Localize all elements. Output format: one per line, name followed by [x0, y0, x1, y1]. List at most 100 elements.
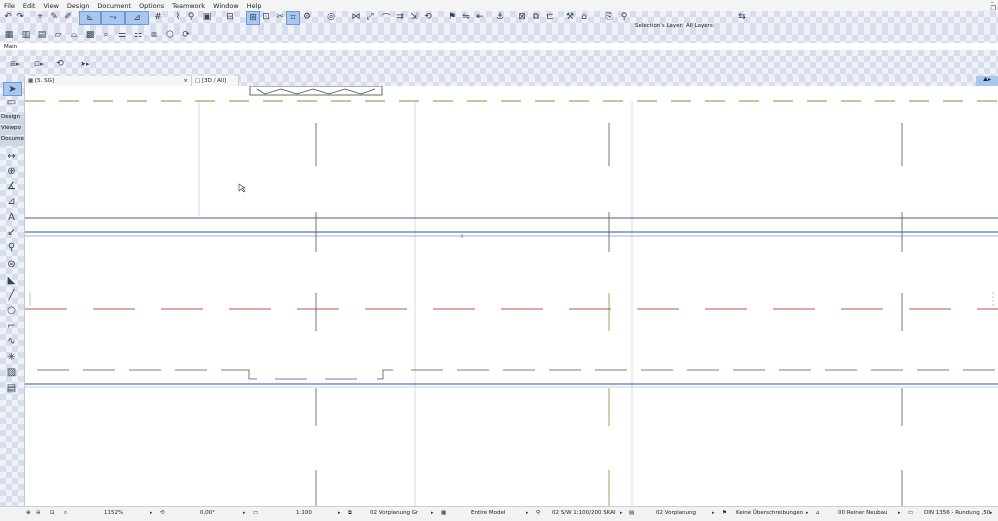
suspend-groups-icon[interactable]: ⊟ [224, 11, 236, 23]
orientation-icon[interactable]: ⟲ [160, 510, 165, 516]
orbit-icon[interactable]: ⟲ [54, 58, 66, 70]
menu-window[interactable]: Window [209, 2, 243, 10]
text-icon[interactable]: A [3, 211, 20, 223]
beam-icon[interactable]: ▤ [36, 29, 48, 41]
roof-icon[interactable]: ⌓ [68, 29, 80, 41]
zoom-out-icon[interactable]: ⊖ [36, 510, 41, 516]
marquee-icon[interactable]: ▭ [3, 96, 20, 108]
renovation-status[interactable]: 00 Reiner Neubau [838, 510, 887, 516]
fit-in-window-icon[interactable]: ⊡ [50, 510, 55, 516]
tab-3d[interactable]: ▢ [3D / All] [192, 76, 239, 86]
guide-line-icon[interactable]: ⊾ [79, 11, 101, 25]
scale-dropdown-icon[interactable]: ▸ [338, 510, 341, 516]
element-info-icon[interactable]: ⊠ [516, 11, 528, 23]
cut-icon[interactable]: ⚓ [494, 11, 506, 23]
column-icon[interactable]: ▥ [20, 29, 32, 41]
render-icon[interactable]: ⚙ [300, 11, 314, 23]
arrow-tool-icon[interactable]: ➤▸ [76, 58, 94, 70]
hotspot-icon[interactable]: ✳ [3, 351, 20, 363]
dimension-dropdown-icon[interactable]: ▸ [990, 510, 993, 516]
wall-icon[interactable]: ▦ [3, 29, 15, 41]
fill-icon[interactable]: ◣ [3, 274, 20, 286]
morph-icon[interactable]: ⬡ [164, 29, 176, 41]
menu-options[interactable]: Options [135, 2, 168, 10]
stair-icon[interactable]: ⚌ [116, 29, 128, 41]
railing-icon[interactable]: ⚏ [132, 29, 144, 41]
level-dimension-icon[interactable]: ⊿ [3, 195, 20, 207]
pet-palette-icon[interactable]: ⊞▸ [6, 58, 24, 70]
eyedropper-icon[interactable]: ✎ [48, 11, 60, 23]
rotate-icon[interactable]: ⟲ [422, 11, 434, 23]
shell-icon[interactable]: ⌕ [100, 29, 112, 41]
drawing-icon[interactable]: ▤ [3, 382, 20, 394]
zoom-dropdown-icon[interactable]: ▸ [150, 510, 153, 516]
object-icon[interactable]: ⟳ [180, 29, 192, 41]
zoom-level[interactable]: 1152% [104, 510, 123, 516]
angle-dropdown-icon[interactable]: ▸ [243, 510, 246, 516]
arrow-pointer-icon[interactable]: ➤ [3, 82, 22, 96]
radial-dimension-icon[interactable]: ⊕ [3, 165, 20, 177]
mvo-dropdown-icon[interactable]: ▸ [712, 510, 715, 516]
toolbox-section-viewpoint[interactable]: Viewpo [0, 125, 24, 135]
layer-combination-dropdown-icon[interactable]: ▸ [431, 510, 434, 516]
change-marker-icon[interactable]: ⊜ [3, 258, 20, 270]
zoom-previous-icon[interactable]: ⌕ [64, 510, 67, 517]
project-map-icon[interactable]: ⌂ [578, 11, 590, 23]
trim-icon[interactable]: ✂ [274, 11, 286, 23]
drawing-canvas[interactable] [25, 86, 998, 506]
publisher-icon[interactable]: ⎘ [602, 11, 616, 23]
renovation-filter[interactable]: Keine Überschreibungen [736, 510, 803, 516]
dimension-standard[interactable]: DIN 1356 - Rundung ,50 [924, 510, 990, 516]
renovation-filter-dropdown-icon[interactable]: ▸ [806, 510, 809, 516]
layer-combination[interactable]: 02 Vorplanung Gr [370, 510, 418, 516]
menu-design[interactable]: Design [63, 2, 93, 10]
model-view-dropdown-icon[interactable]: ▸ [526, 510, 529, 516]
redo-icon[interactable]: ↷ [15, 11, 25, 23]
menu-edit[interactable]: Edit [19, 2, 40, 10]
mesh-icon[interactable]: ▩ [84, 29, 96, 41]
layer-icon[interactable]: ▣ [200, 11, 214, 23]
curtain-wall-icon[interactable]: ⧈ [148, 29, 160, 41]
menu-help[interactable]: Help [243, 2, 266, 10]
view-3d-icon[interactable]: ◎ [324, 11, 338, 23]
split-icon[interactable]: ⋈ [350, 11, 362, 23]
circle-icon[interactable]: ○ [3, 304, 20, 316]
intersect-icon[interactable]: ⌗ [286, 11, 300, 25]
renovation-dropdown-icon[interactable]: ▸ [898, 510, 901, 516]
snap-points-icon[interactable]: ⊿ [125, 11, 149, 25]
ungroup-icon[interactable]: ⊡ [260, 11, 272, 23]
align-icon[interactable]: ⇤ [474, 11, 486, 23]
dimension-icon[interactable]: ↔ [3, 150, 20, 162]
layout-icon[interactable]: ⚲ [618, 11, 630, 23]
tab-floor-plan[interactable]: ▦ [5. SG] × [25, 76, 192, 86]
flag-icon[interactable]: ⚑ [446, 11, 458, 23]
pick-up-icon[interactable]: ⌖ [34, 11, 46, 23]
toolbox-section-document[interactable]: Docume [0, 136, 24, 146]
toolbox-section-design[interactable]: Design [0, 114, 24, 124]
rotation-angle[interactable]: 0,00° [200, 510, 215, 516]
quick-options-icon[interactable]: ⛰▸ [976, 76, 998, 86]
trace-icon[interactable]: ⌇ [172, 11, 184, 23]
zoom-in-icon[interactable]: ⊕ [26, 510, 31, 516]
dashed-outline[interactable] [37, 369, 998, 380]
stair-element[interactable] [249, 86, 383, 96]
group-icon[interactable]: ⊞ [246, 11, 260, 25]
magic-wand-icon[interactable]: ⚲ [186, 11, 196, 23]
polyline-icon[interactable]: ⌐ [3, 320, 20, 332]
grid-icon[interactable]: # [152, 11, 164, 23]
stretch-icon[interactable]: ⇲ [408, 11, 420, 23]
model-view-options[interactable]: 02 Vorplanung [656, 510, 696, 516]
pen-set[interactable]: 02 S/W 1:100/200 SKAI [552, 510, 616, 516]
figure-icon[interactable]: ▨ [3, 366, 20, 378]
layer-settings-icon[interactable]: ⇆ [736, 11, 748, 23]
model-view[interactable]: Entire Model [471, 510, 505, 516]
adjust-icon[interactable]: ⤢ [364, 11, 376, 23]
section-icon[interactable]: ⧉ [530, 11, 542, 23]
menu-file[interactable]: File [0, 2, 19, 10]
line-icon[interactable]: ╱ [3, 289, 20, 301]
spline-icon[interactable]: ∿ [3, 335, 20, 347]
offset-icon[interactable]: ⇉ [394, 11, 406, 23]
label-icon[interactable]: ↙ [3, 226, 20, 238]
slab-icon[interactable]: ▱ [52, 29, 64, 41]
fillet-icon[interactable]: ⌒ [380, 11, 392, 24]
